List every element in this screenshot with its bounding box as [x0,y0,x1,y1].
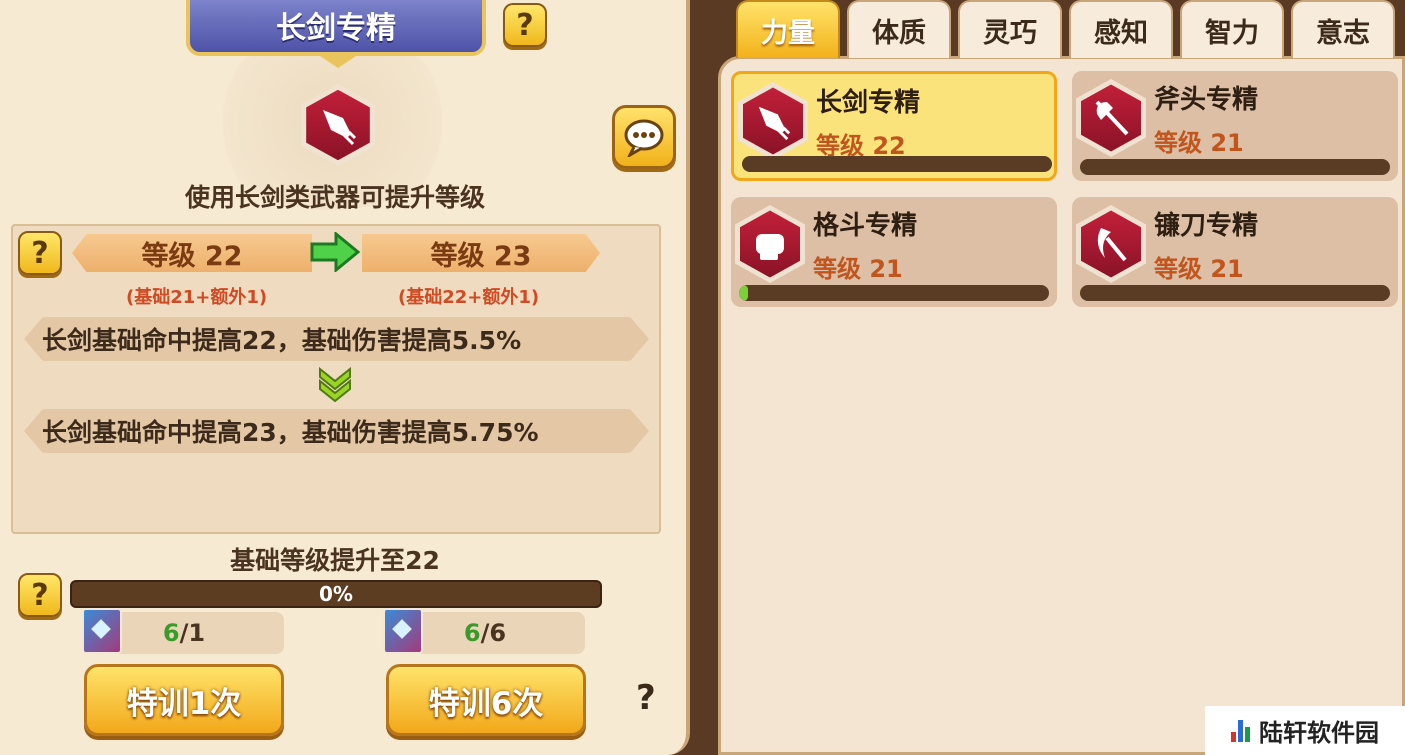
skill-card-longsword[interactable]: 长剑专精 等级 22 [731,71,1057,181]
train-once-button[interactable]: 特训1次 [84,664,284,736]
current-level-ribbon: 等级 22 [72,234,312,272]
skill-level: 等级 21 [1154,255,1244,283]
skill-card-scythe[interactable]: 镰刀专精 等级 21 [1072,197,1398,307]
cost-6-need: /6 [480,619,507,647]
chat-bubble-icon [624,119,664,157]
current-level-breakdown: (基础21+额外1) [126,287,268,308]
cost-1-box: 6/1 [82,608,284,654]
skill-title: 长剑专精 [276,11,396,46]
tab-perception[interactable]: 感知 [1069,0,1173,58]
skill-progress-bar [742,156,1052,172]
skill-icon [1076,205,1146,283]
base-level-text: 基础等级提升至22 [230,546,440,575]
chat-button[interactable] [612,105,676,169]
skill-progress-bar [739,285,1049,301]
training-book-icon [383,608,423,654]
skill-title-banner: 长剑专精 [186,0,486,68]
tab-dexterity[interactable]: 灵巧 [958,0,1062,58]
sword-icon [758,106,791,141]
skill-name: 格斗专精 [813,211,918,241]
skill-level: 等级 21 [1154,129,1244,157]
chevron-down-icon [319,366,351,403]
skill-name: 长剑专精 [816,88,921,118]
tab-strength[interactable]: 力量 [736,0,840,58]
tab-constitution[interactable]: 体质 [847,0,951,58]
skill-name: 斧头专精 [1154,85,1259,115]
train-six-button[interactable]: 特训6次 [386,664,586,736]
skill-icon [1076,79,1146,157]
cost-1-have: 6 [162,619,180,647]
skill-icon [738,82,808,160]
skill-detail-panel: 长剑专精 ? 使用长剑类武器可提升等级 ? 等级 22 等级 23 (基础21+… [0,0,690,755]
skill-name: 镰刀专精 [1154,211,1259,241]
skill-card-axe[interactable]: 斧头专精 等级 21 [1072,71,1398,181]
progress-help-button[interactable]: ? [18,573,62,617]
cost-6-have: 6 [463,619,481,647]
skill-card-fist[interactable]: 格斗专精 等级 21 [731,197,1057,307]
next-level-ribbon: 等级 23 [362,234,600,272]
cost-1-need: /1 [179,619,206,647]
next-level-breakdown: (基础22+额外1) [398,287,540,308]
cost-6-box: 6/6 [383,608,585,654]
sword-icon [323,109,357,146]
tab-intelligence[interactable]: 智力 [1180,0,1284,58]
skill-level: 等级 21 [813,255,903,283]
level-help-button[interactable]: ? [18,231,62,275]
site-logo-icon [1231,719,1253,742]
skill-progress-bar [1080,159,1390,175]
training-progress-bar: 0% [70,580,602,608]
fist-icon [756,233,784,260]
next-effect: 长剑基础命中提高23，基础伤害提高5.75% [24,409,649,453]
arrow-right-icon [310,232,360,272]
title-help-button[interactable]: ? [503,3,547,47]
tab-willpower[interactable]: 意志 [1291,0,1395,58]
skill-progress-bar [1080,285,1390,301]
current-effect: 长剑基础命中提高22，基础伤害提高5.5% [24,317,649,361]
watermark: 陆轩软件园 [1205,706,1405,755]
training-book-icon [82,608,122,654]
scythe-icon [1097,227,1127,262]
skill-progress-fill [739,285,749,301]
skill-icon [735,205,805,283]
axe-icon [1095,100,1129,136]
info-question-button[interactable]: ? [636,678,656,718]
skill-description: 使用长剑类武器可提升等级 [184,183,485,212]
